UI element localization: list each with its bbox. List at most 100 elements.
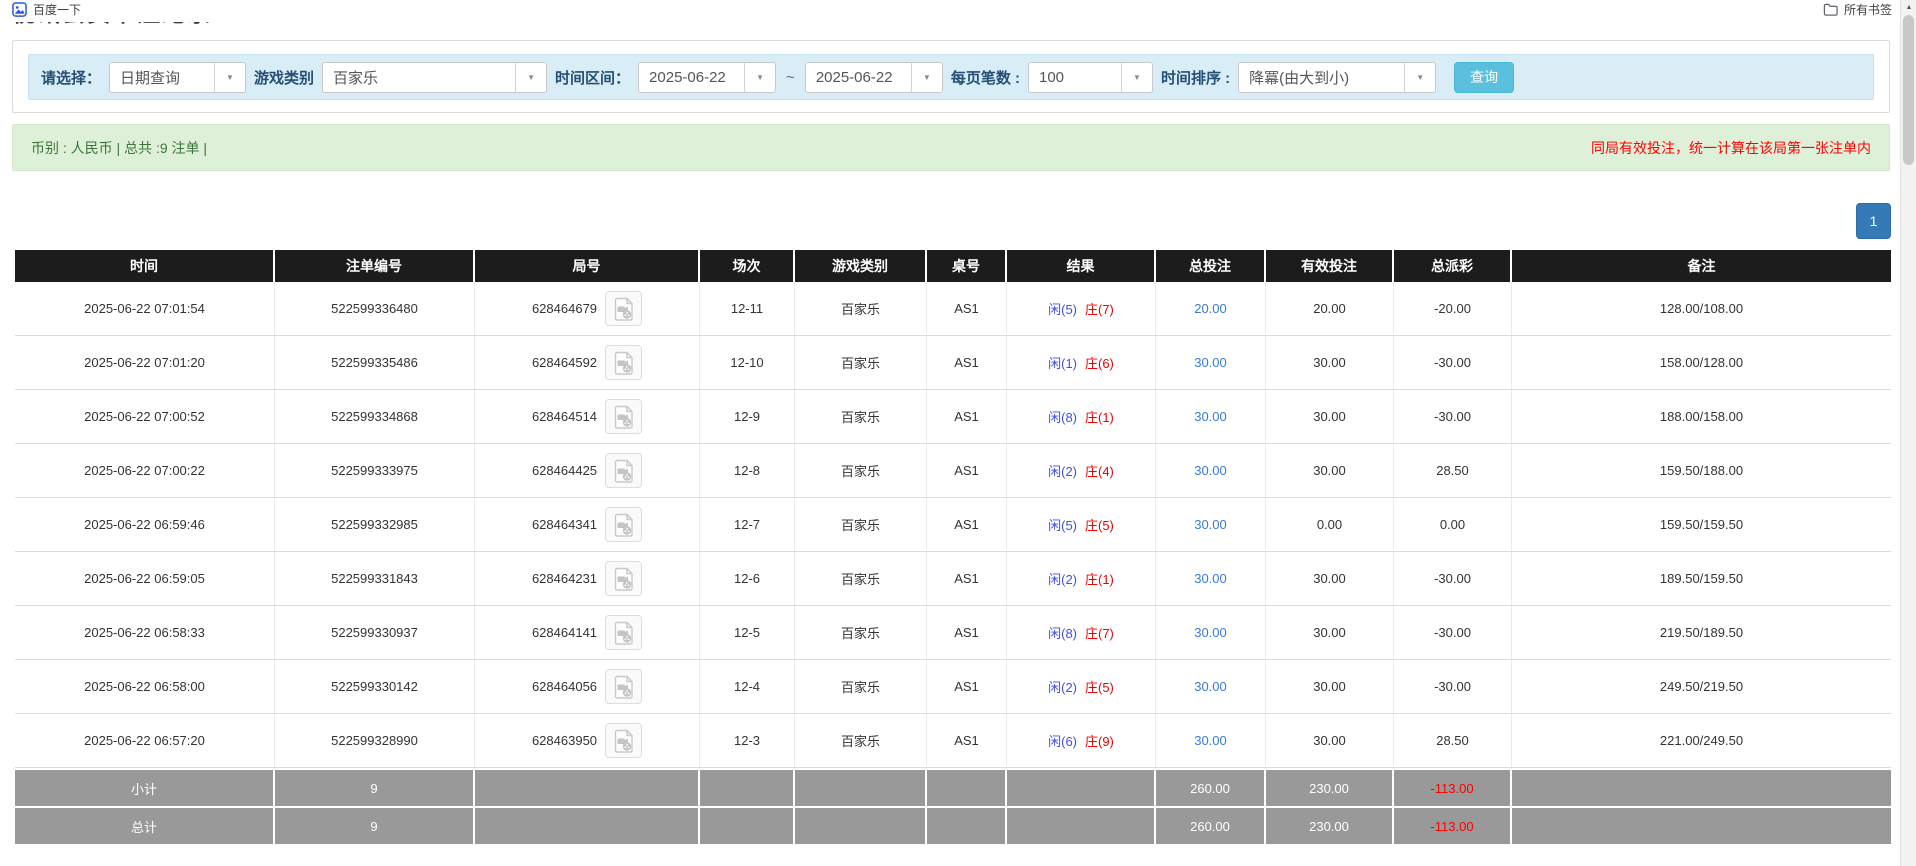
round-id-value: 628464056 bbox=[532, 679, 597, 694]
cell-round-id: 628464514 bbox=[475, 390, 700, 443]
bookmarks-bar: 百度一下 所有书签 bbox=[0, 0, 1900, 22]
cell-table-no: AS1 bbox=[927, 606, 1007, 659]
browser-scrollbar[interactable]: ▲ bbox=[1900, 0, 1916, 866]
video-replay-button[interactable] bbox=[605, 615, 642, 650]
subtotal-payout: -113.00 bbox=[1394, 770, 1512, 806]
grand-total-label: 总计 bbox=[15, 808, 275, 844]
cell-total-bet-link[interactable]: 30.00 bbox=[1194, 571, 1227, 586]
cell-payout: -30.00 bbox=[1394, 336, 1512, 389]
video-replay-button[interactable] bbox=[605, 507, 642, 542]
cell-table-no: AS1 bbox=[927, 444, 1007, 497]
table-row: 2025-06-22 06:59:05 522599331843 6284642… bbox=[15, 552, 1891, 606]
subtotal-count: 9 bbox=[275, 770, 475, 806]
video-replay-button[interactable] bbox=[605, 561, 642, 596]
result-player: 闲(2) bbox=[1048, 461, 1077, 480]
cell-time: 2025-06-22 06:59:05 bbox=[15, 552, 275, 605]
result-banker: 庄(4) bbox=[1085, 461, 1114, 480]
scrollbar-up-icon[interactable]: ▲ bbox=[1901, 0, 1916, 14]
time-sort-select[interactable]: 降冪(由大到小) ▼ bbox=[1238, 62, 1436, 93]
cell-total-bet-link[interactable]: 30.00 bbox=[1194, 463, 1227, 478]
col-header-result: 结果 bbox=[1007, 250, 1156, 282]
col-header-round-id: 局号 bbox=[475, 250, 700, 282]
result-player: 闲(2) bbox=[1048, 569, 1077, 588]
video-file-icon bbox=[613, 297, 635, 321]
cell-total-bet-link[interactable]: 30.00 bbox=[1194, 625, 1227, 640]
video-replay-button[interactable] bbox=[605, 453, 642, 488]
cell-game: 百家乐 bbox=[795, 660, 927, 713]
cell-game: 百家乐 bbox=[795, 498, 927, 551]
chevron-down-icon[interactable]: ▼ bbox=[515, 63, 546, 92]
chevron-down-icon[interactable]: ▼ bbox=[1404, 63, 1435, 92]
cell-total-bet-link[interactable]: 30.00 bbox=[1194, 517, 1227, 532]
cell-payout: -30.00 bbox=[1394, 606, 1512, 659]
bookmark-baidu-label: 百度一下 bbox=[33, 1, 81, 18]
cell-time: 2025-06-22 07:00:22 bbox=[15, 444, 275, 497]
result-player: 闲(6) bbox=[1048, 731, 1077, 750]
cell-table-no: AS1 bbox=[927, 660, 1007, 713]
cell-total-bet-link[interactable]: 20.00 bbox=[1194, 301, 1227, 316]
cell-total-bet-link[interactable]: 30.00 bbox=[1194, 355, 1227, 370]
cell-session: 12-8 bbox=[700, 444, 795, 497]
all-bookmarks[interactable]: 所有书签 bbox=[1823, 1, 1892, 18]
cell-result: 闲(8) 庄(1) bbox=[1007, 390, 1156, 443]
time-sort-label: 时间排序 : bbox=[1161, 67, 1230, 88]
cell-total-bet-link[interactable]: 30.00 bbox=[1194, 409, 1227, 424]
chevron-down-icon[interactable]: ▼ bbox=[744, 63, 775, 92]
cell-game: 百家乐 bbox=[795, 336, 927, 389]
grand-total-row: 总计 9 260.00 230.00 -113.00 bbox=[15, 806, 1891, 844]
col-header-valid-bet: 有效投注 bbox=[1266, 250, 1394, 282]
cell-remark: 128.00/108.00 bbox=[1512, 282, 1891, 335]
cell-total-bet-link[interactable]: 30.00 bbox=[1194, 733, 1227, 748]
video-replay-button[interactable] bbox=[605, 291, 642, 326]
video-file-icon bbox=[613, 513, 635, 537]
round-id-value: 628464341 bbox=[532, 517, 597, 532]
cell-result: 闲(2) 庄(5) bbox=[1007, 660, 1156, 713]
query-type-label: 请选择： bbox=[41, 67, 101, 88]
game-type-select[interactable]: 百家乐 ▼ bbox=[322, 62, 547, 93]
page-size-select[interactable]: 100 ▼ bbox=[1028, 62, 1153, 93]
result-banker: 庄(6) bbox=[1085, 353, 1114, 372]
table-row: 2025-06-22 07:01:54 522599336480 6284646… bbox=[15, 282, 1891, 336]
cell-session: 12-4 bbox=[700, 660, 795, 713]
video-file-icon bbox=[613, 405, 635, 429]
pagination-page-1[interactable]: 1 bbox=[1856, 203, 1891, 239]
cell-time: 2025-06-22 07:00:52 bbox=[15, 390, 275, 443]
query-type-value: 日期查询 bbox=[110, 63, 214, 92]
round-id-value: 628464425 bbox=[532, 463, 597, 478]
result-banker: 庄(1) bbox=[1085, 407, 1114, 426]
grand-total-payout: -113.00 bbox=[1394, 808, 1512, 844]
result-banker: 庄(7) bbox=[1085, 299, 1114, 318]
scrollbar-thumb[interactable] bbox=[1903, 15, 1914, 165]
video-file-icon bbox=[613, 567, 635, 591]
result-player: 闲(5) bbox=[1048, 515, 1077, 534]
grand-total-total-bet: 260.00 bbox=[1156, 808, 1266, 844]
cell-bet-id: 522599332985 bbox=[275, 498, 475, 551]
round-id-value: 628463950 bbox=[532, 733, 597, 748]
date-to-select[interactable]: 2025-06-22 ▼ bbox=[805, 62, 943, 93]
query-type-select[interactable]: 日期查询 ▼ bbox=[109, 62, 246, 93]
chevron-down-icon[interactable]: ▼ bbox=[1121, 63, 1152, 92]
cell-bet-id: 522599330937 bbox=[275, 606, 475, 659]
cell-session: 12-7 bbox=[700, 498, 795, 551]
video-replay-button[interactable] bbox=[605, 345, 642, 380]
search-button[interactable]: 查询 bbox=[1454, 62, 1514, 93]
video-replay-button[interactable] bbox=[605, 723, 642, 758]
cell-remark: 221.00/249.50 bbox=[1512, 714, 1891, 767]
cell-payout: -20.00 bbox=[1394, 282, 1512, 335]
result-banker: 庄(7) bbox=[1085, 623, 1114, 642]
chevron-down-icon[interactable]: ▼ bbox=[911, 63, 942, 92]
grand-total-count: 9 bbox=[275, 808, 475, 844]
game-type-value: 百家乐 bbox=[323, 63, 515, 92]
cell-table-no: AS1 bbox=[927, 282, 1007, 335]
result-banker: 庄(9) bbox=[1085, 731, 1114, 750]
table-row: 2025-06-22 06:58:00 522599330142 6284640… bbox=[15, 660, 1891, 714]
cell-session: 12-3 bbox=[700, 714, 795, 767]
bookmark-baidu[interactable]: 百度一下 bbox=[12, 1, 81, 18]
video-replay-button[interactable] bbox=[605, 669, 642, 704]
video-replay-button[interactable] bbox=[605, 399, 642, 434]
cell-valid-bet: 30.00 bbox=[1266, 390, 1394, 443]
cell-total-bet-link[interactable]: 30.00 bbox=[1194, 679, 1227, 694]
date-from-select[interactable]: 2025-06-22 ▼ bbox=[638, 62, 776, 93]
chevron-down-icon[interactable]: ▼ bbox=[214, 63, 245, 92]
video-file-icon bbox=[613, 729, 635, 753]
